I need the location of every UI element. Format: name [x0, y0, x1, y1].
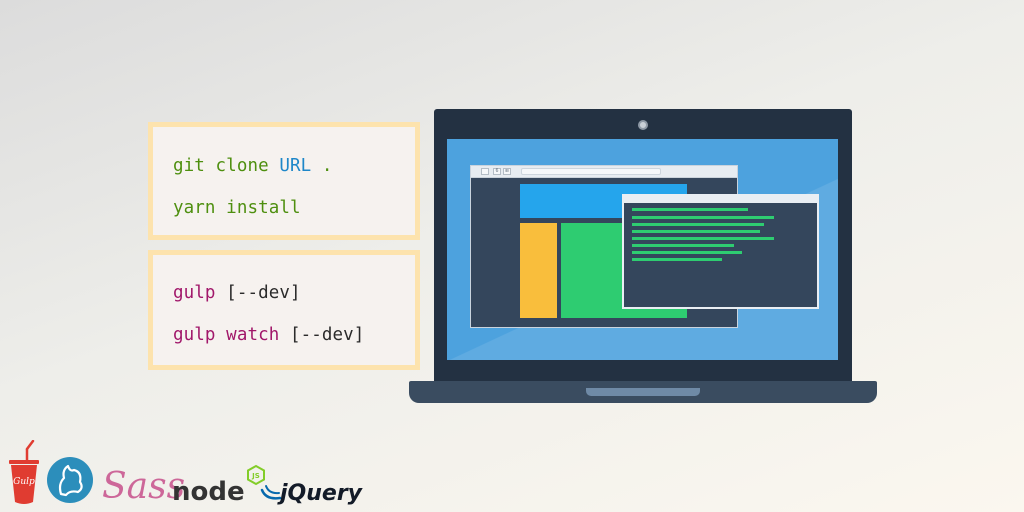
nodejs-logo-icon: node JS	[172, 464, 265, 507]
gulp-keyword: gulp	[173, 283, 216, 303]
laptop-base	[409, 381, 877, 403]
terminal-output-line	[632, 244, 734, 247]
build-commands-box: gulp [--dev] gulp watch [--dev]	[148, 250, 420, 370]
url-placeholder: URL	[279, 156, 312, 176]
node-js-badge: JS	[251, 472, 260, 480]
tech-logos: Gulp Sass node JS jQuery	[9, 440, 364, 507]
gulp-command: gulp [--dev]	[173, 283, 301, 303]
laptop-illustration: 6 ⊞	[434, 109, 852, 383]
gulp-dev-flag: [--dev]	[215, 283, 301, 303]
terminal-output-line	[632, 216, 774, 219]
terminal-output-line	[632, 237, 774, 240]
terminal-output-line	[632, 230, 760, 233]
layout-sidebar-block	[520, 223, 557, 318]
browser-grid-icon: ⊞	[503, 168, 511, 175]
webcam-icon	[638, 120, 648, 130]
git-clone-command: git clone URL .	[173, 156, 333, 176]
laptop-screen: 6 ⊞	[447, 139, 838, 360]
git-clone-keyword: git clone	[173, 156, 280, 176]
terminal-output-line	[632, 208, 748, 211]
dot-argument: .	[311, 156, 333, 176]
setup-commands-box: git clone URL . yarn install	[148, 122, 420, 240]
terminal-window	[622, 194, 819, 309]
laptop-notch	[586, 388, 700, 396]
yarn-logo-icon	[47, 457, 93, 503]
yarn-install-command: yarn install	[173, 198, 301, 218]
gulp-watch-keyword: gulp watch	[173, 325, 280, 345]
browser-tab-icon: 6	[493, 168, 501, 175]
jquery-logo-text: jQuery	[277, 481, 364, 506]
gulp-watch-command: gulp watch [--dev]	[173, 325, 364, 345]
node-logo-text: node	[172, 477, 245, 507]
browser-button-icon	[481, 168, 489, 175]
terminal-output-line	[632, 258, 722, 261]
gulp-logo-icon: Gulp	[9, 440, 39, 504]
jquery-logo-icon: jQuery	[260, 481, 364, 506]
browser-toolbar: 6 ⊞	[471, 166, 737, 178]
address-bar	[521, 168, 661, 175]
terminal-output-line	[632, 223, 764, 226]
gulp-watch-dev-flag: [--dev]	[279, 325, 365, 345]
terminal-output-line	[632, 251, 742, 254]
gulp-logo-text: Gulp	[13, 477, 35, 487]
